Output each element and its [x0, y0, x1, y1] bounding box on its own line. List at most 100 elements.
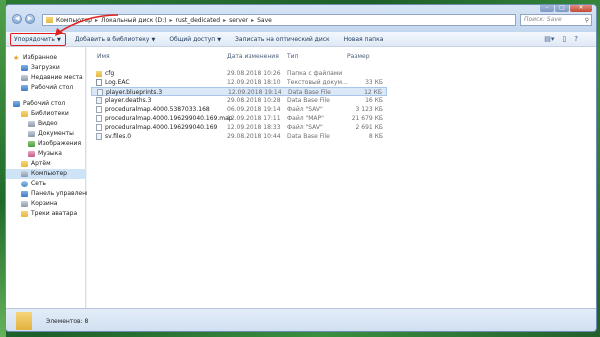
sidebar-item-desktop[interactable]: Рабочий стол: [6, 83, 85, 93]
network-icon: [21, 181, 28, 187]
table-row[interactable]: proceduralmap.4000.196299040.169 12.09.20…: [91, 123, 387, 132]
chevron-down-icon: ▼: [217, 36, 222, 43]
file-name: cfg: [105, 70, 115, 77]
sidebar-item-control-panel[interactable]: Панель управления: [6, 189, 94, 199]
sidebar-item-network[interactable]: Сеть: [6, 179, 85, 189]
search-placeholder: Поиск: Save: [524, 16, 562, 23]
table-row[interactable]: proceduralmap.4000.196299040.169.map 12.0…: [91, 114, 387, 123]
share-button[interactable]: Общий доступ ▼: [169, 36, 221, 43]
sidebar-item-favorites[interactable]: ★ Избранное: [6, 53, 85, 63]
preview-pane-icon[interactable]: ▯: [562, 35, 566, 43]
window-controls: – □ ✕: [540, 5, 592, 12]
search-icon: ⚲: [584, 17, 589, 24]
sidebar-item-computer[interactable]: Компьютер: [6, 169, 85, 179]
back-button[interactable]: ◀: [12, 14, 22, 24]
help-icon[interactable]: ?: [574, 35, 578, 43]
file-date: 29.08.2018 10:28: [227, 97, 281, 104]
file-icon: [96, 133, 102, 140]
sidebar-item-documents[interactable]: Документы: [6, 129, 85, 139]
file-date: 06.09.2018 19:14: [227, 106, 281, 113]
sidebar-item-avatar-tracks[interactable]: Треки аватара: [6, 209, 85, 219]
item-count: Элементов: 8: [46, 317, 89, 325]
desktop-icon: [13, 101, 20, 107]
file-type: Data Base File: [287, 97, 330, 104]
breadcrumb-item[interactable]: Компьютер: [56, 17, 92, 24]
view-options-icon[interactable]: ▤▾: [544, 35, 554, 43]
maximize-button[interactable]: □: [555, 5, 569, 12]
recycle-bin-icon: [21, 201, 28, 207]
breadcrumb-item[interactable]: Save: [257, 17, 272, 24]
file-date: 12.09.2018 18:10: [227, 79, 281, 86]
explorer-window: – □ ✕ ◀ ▶ Компьютер ▸ Локальный диск (D:)…: [5, 4, 597, 332]
libraries-icon: [21, 111, 28, 117]
close-button[interactable]: ✕: [570, 5, 592, 12]
file-date: 29.08.2018 10:44: [227, 133, 281, 140]
file-list: Имя Дата изменения Тип Размер cfg 29.08.2…: [87, 47, 596, 308]
table-row[interactable]: sv.files.0 29.08.2018 10:44 Data Base File…: [91, 132, 387, 141]
table-row[interactable]: player.deaths.3 29.08.2018 10:28 Data Base…: [91, 96, 387, 105]
file-size: 3 123 КБ: [355, 106, 383, 113]
organize-highlight-box: [10, 33, 66, 46]
file-name: proceduralmap.4000.5387033.168: [105, 106, 210, 113]
sidebar-item-downloads[interactable]: Загрузки: [6, 63, 85, 73]
desktop-icon: [21, 85, 28, 91]
file-icon: [97, 89, 103, 96]
address-bar-area: – □ ✕ ◀ ▶ Компьютер ▸ Локальный диск (D:)…: [6, 5, 596, 32]
breadcrumb-item[interactable]: rust_dedicated: [176, 17, 221, 24]
file-icon: [96, 97, 102, 104]
music-icon: [28, 151, 35, 157]
sidebar-item-desktop-root[interactable]: Рабочий стол: [6, 99, 85, 109]
table-row[interactable]: Log.EAC 12.09.2018 18:10 Текстовый докум..…: [91, 78, 387, 87]
control-panel-icon: [21, 191, 28, 197]
folder-icon: [16, 312, 32, 330]
folder-icon: [21, 211, 28, 217]
file-icon: [96, 115, 102, 122]
column-header-size[interactable]: Размер: [347, 53, 370, 63]
table-row[interactable]: player.blueprints.3 12.09.2018 19:14 Data …: [91, 87, 387, 96]
breadcrumb-item[interactable]: server: [229, 17, 248, 24]
documents-icon: [28, 131, 35, 137]
status-bar: Элементов: 8: [6, 308, 596, 331]
star-icon: ★: [13, 54, 20, 62]
forward-button[interactable]: ▶: [25, 14, 35, 24]
file-name: proceduralmap.4000.196299040.169: [105, 124, 218, 131]
sidebar-item-video[interactable]: Видео: [6, 119, 85, 129]
table-row[interactable]: cfg 29.08.2018 10:26 Папка с файлами: [91, 69, 387, 78]
column-header-name[interactable]: Имя: [97, 53, 110, 63]
file-type: Текстовый докум...: [287, 79, 348, 86]
add-to-library-button[interactable]: Добавить в библиотеку ▼: [75, 36, 155, 43]
command-bar: Упорядочить ▼ Добавить в библиотеку ▼ Общи…: [6, 32, 596, 47]
sidebar-item-recycle-bin[interactable]: Корзина: [6, 199, 85, 209]
minimize-button[interactable]: –: [540, 5, 554, 12]
address-bar[interactable]: Компьютер ▸ Локальный диск (D:) ▸ rust_ded…: [42, 14, 516, 26]
burn-button[interactable]: Записать на оптический диск: [235, 36, 330, 43]
column-header-type[interactable]: Тип: [287, 53, 299, 63]
file-size: 8 КБ: [368, 133, 383, 140]
file-date: 12.09.2018 17:11: [227, 115, 281, 122]
file-date: 29.08.2018 10:26: [227, 70, 281, 77]
sidebar-item-recent[interactable]: Недавние места: [6, 73, 85, 83]
navigation-pane: ★ Избранное Загрузки Недавние места Рабоч…: [6, 47, 94, 308]
folder-icon: [96, 71, 102, 77]
computer-icon: [21, 171, 28, 177]
new-folder-button[interactable]: Новая папка: [344, 36, 384, 43]
search-input[interactable]: Поиск: Save ⚲: [520, 14, 592, 26]
recent-places-icon: [21, 75, 28, 81]
breadcrumb-item[interactable]: Локальный диск (D:): [101, 17, 167, 24]
file-date: 12.09.2018 18:33: [227, 124, 281, 131]
file-type: Папка с файлами: [287, 70, 343, 77]
file-name: Log.EAC: [105, 79, 130, 86]
file-type: Data Base File: [287, 133, 330, 140]
sidebar-item-libraries[interactable]: Библиотеки: [6, 109, 85, 119]
file-name: player.deaths.3: [105, 97, 152, 104]
column-header-date[interactable]: Дата изменения: [227, 53, 279, 63]
file-icon: [96, 106, 102, 113]
file-icon: [96, 79, 102, 86]
file-size: 2 691 КБ: [355, 124, 383, 131]
file-name: proceduralmap.4000.196299040.169.map: [105, 115, 233, 122]
file-type: Файл "MAP": [287, 115, 324, 122]
table-row[interactable]: proceduralmap.4000.5387033.168 06.09.2018…: [91, 105, 387, 114]
sidebar-item-user[interactable]: Артём: [6, 159, 85, 169]
sidebar-item-music[interactable]: Музыка: [6, 149, 85, 159]
sidebar-item-pictures[interactable]: Изображения: [6, 139, 85, 149]
